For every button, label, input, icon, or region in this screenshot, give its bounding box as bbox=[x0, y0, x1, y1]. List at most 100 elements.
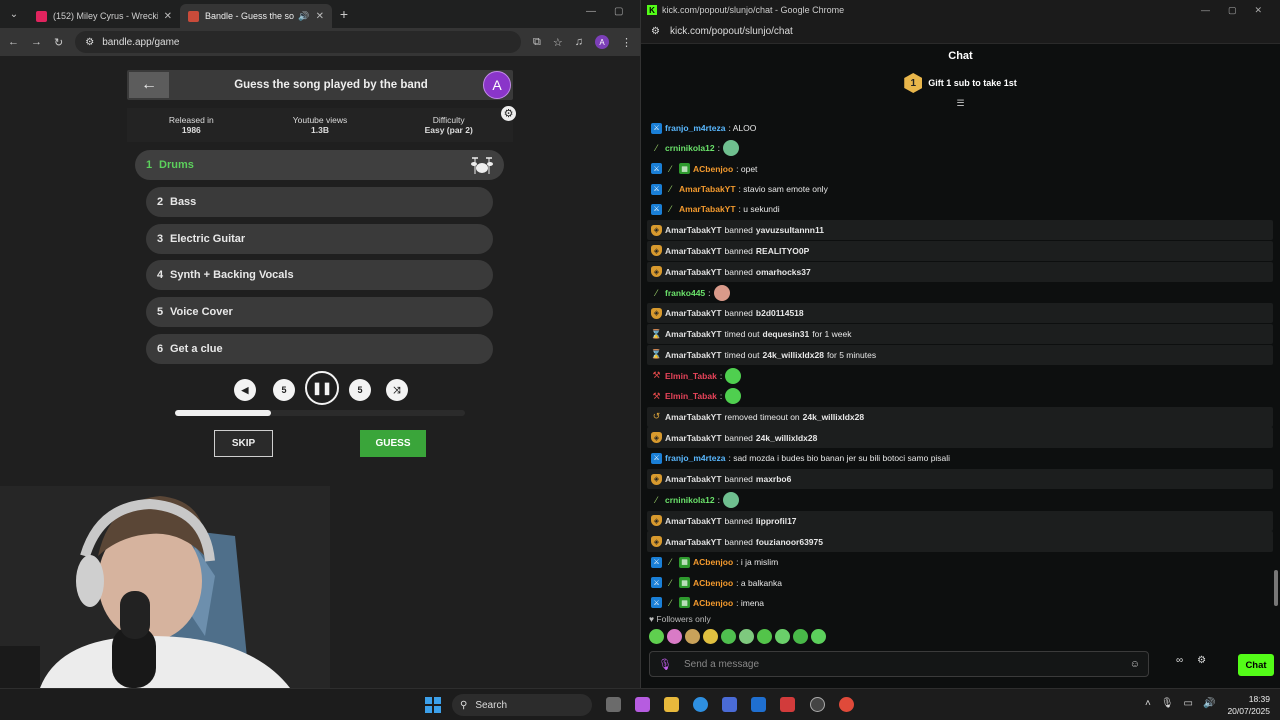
playback-progress[interactable] bbox=[175, 410, 465, 416]
stage-electric-guitar[interactable]: 3 Electric Guitar bbox=[146, 224, 493, 254]
stage-synth-backing-vocals[interactable]: 4 Synth + Backing Vocals bbox=[146, 260, 493, 290]
kicks-infinity-icon[interactable]: ∞ bbox=[1176, 655, 1183, 666]
chat-username[interactable]: Elmin_Tabak bbox=[665, 371, 717, 381]
emote-icon[interactable] bbox=[667, 629, 682, 644]
emote-icon[interactable] bbox=[721, 629, 736, 644]
file-explorer-icon[interactable] bbox=[664, 697, 679, 712]
emote-icon[interactable] bbox=[739, 629, 754, 644]
chevron-up-icon[interactable]: ˄ bbox=[1145, 698, 1151, 709]
emote-icon[interactable] bbox=[649, 629, 664, 644]
chat-username[interactable]: AmarTabakYT bbox=[665, 329, 722, 339]
guess-button[interactable]: GUESS bbox=[360, 430, 426, 457]
forward-icon[interactable]: → bbox=[31, 36, 42, 48]
settings-gear-icon[interactable]: ⚙ bbox=[501, 106, 516, 121]
chat-username[interactable]: AmarTabakYT bbox=[679, 204, 736, 214]
chat-username[interactable]: ACbenjoo bbox=[693, 557, 733, 567]
gift-sub-banner[interactable]: 1 Gift 1 sub to take 1st bbox=[641, 68, 1280, 98]
chat-username[interactable]: AmarTabakYT bbox=[665, 225, 722, 235]
emote-icon[interactable] bbox=[793, 629, 808, 644]
browser-menu-icon[interactable]: ⋮ bbox=[621, 36, 632, 49]
chat-username[interactable]: AmarTabakYT bbox=[665, 267, 722, 277]
scroll-thumb[interactable] bbox=[1274, 570, 1278, 606]
volume-tray-icon[interactable]: 🔊 bbox=[1203, 698, 1215, 709]
chat-scrollbar[interactable] bbox=[1274, 118, 1278, 606]
task-view-icon[interactable] bbox=[606, 697, 621, 712]
chat-username[interactable]: crninikola12 bbox=[665, 143, 715, 153]
clock[interactable]: 18:39 20/07/2025 bbox=[1224, 693, 1270, 717]
chat-username[interactable]: crninikola12 bbox=[665, 495, 715, 505]
chat-username[interactable]: Elmin_Tabak bbox=[665, 391, 717, 401]
chat-username[interactable]: ACbenjoo bbox=[693, 164, 733, 174]
store-icon[interactable] bbox=[722, 697, 737, 712]
mod-action-target[interactable]: yavuzsultannn11 bbox=[756, 225, 824, 235]
site-info-icon[interactable]: ⚙ bbox=[651, 26, 660, 37]
mod-action-target[interactable]: omarhocks37 bbox=[756, 267, 811, 277]
stage-voice-cover[interactable]: 5 Voice Cover bbox=[146, 297, 493, 327]
chrome-icon[interactable] bbox=[839, 697, 854, 712]
bookmark-star-icon[interactable]: ☆ bbox=[553, 36, 563, 49]
install-app-icon[interactable]: ⧉ bbox=[533, 36, 541, 49]
emote-icon[interactable] bbox=[685, 629, 700, 644]
back-icon[interactable]: ← bbox=[8, 36, 19, 48]
emoji-icon[interactable]: ☺ bbox=[1130, 659, 1140, 670]
chat-username[interactable]: AmarTabakYT bbox=[665, 516, 722, 526]
mod-action-target[interactable]: 24k_willixldx28 bbox=[803, 412, 864, 422]
chat-settings-icon[interactable]: ⚙ bbox=[1197, 655, 1206, 666]
reload-icon[interactable]: ↻ bbox=[54, 36, 63, 49]
monitor-icon[interactable]: ▭ bbox=[1184, 698, 1193, 709]
mod-action-target[interactable]: REALITYO0P bbox=[756, 246, 809, 256]
close-tab-icon[interactable]: ✕ bbox=[316, 11, 324, 22]
app-icon[interactable] bbox=[780, 697, 795, 712]
minimize-icon[interactable]: — bbox=[1201, 5, 1210, 16]
user-avatar[interactable]: A bbox=[483, 71, 511, 99]
outlook-icon[interactable] bbox=[751, 697, 766, 712]
chat-username[interactable]: AmarTabakYT bbox=[665, 350, 722, 360]
profile-avatar[interactable]: A bbox=[595, 35, 609, 49]
microphone-icon[interactable]: 🎙 bbox=[658, 658, 672, 671]
chat-username[interactable]: AmarTabakYT bbox=[665, 308, 722, 318]
new-tab-button[interactable]: + bbox=[332, 6, 356, 22]
speaker-icon[interactable]: 🔊 bbox=[298, 11, 309, 22]
emote-icon[interactable] bbox=[757, 629, 772, 644]
mod-action-target[interactable]: lipprofil17 bbox=[756, 516, 797, 526]
microphone-tray-icon[interactable]: 🎙 bbox=[1161, 698, 1174, 709]
rewind-5-button[interactable]: 5 bbox=[273, 379, 295, 401]
chat-username[interactable]: franjo_m4rteza bbox=[665, 123, 725, 133]
close-icon[interactable]: ✕ bbox=[1255, 5, 1263, 16]
taskbar-search[interactable]: ⚲ Search bbox=[452, 694, 592, 716]
start-windows-icon[interactable] bbox=[425, 697, 441, 713]
url-field[interactable]: ⚙ bandle.app/game bbox=[75, 31, 522, 53]
site-info-icon[interactable]: ⚙ bbox=[85, 37, 94, 48]
copilot-icon[interactable] bbox=[635, 697, 650, 712]
chat-username[interactable]: ACbenjoo bbox=[693, 578, 733, 588]
forward-5-button[interactable]: 5 bbox=[349, 379, 371, 401]
mod-action-target[interactable]: fouzianoor63975 bbox=[756, 537, 823, 547]
back-button[interactable]: ← bbox=[129, 72, 169, 98]
maximize-icon[interactable]: ▢ bbox=[1228, 5, 1237, 16]
minimize-icon[interactable]: — bbox=[586, 6, 596, 17]
chat-username[interactable]: AmarTabakYT bbox=[665, 537, 722, 547]
stage-bass[interactable]: 2 Bass bbox=[146, 187, 493, 217]
emote-icon[interactable] bbox=[811, 629, 826, 644]
emote-icon[interactable] bbox=[703, 629, 718, 644]
mod-action-target[interactable]: b2d0114518 bbox=[756, 308, 804, 318]
obs-icon[interactable] bbox=[810, 697, 825, 712]
chat-username[interactable]: franjo_m4rteza bbox=[665, 453, 725, 463]
stage-drums[interactable]: 1 Drums bbox=[135, 150, 504, 180]
tab-bandle[interactable]: Bandle - Guess the song, c 🔊 ✕ bbox=[180, 4, 332, 28]
mod-action-target[interactable]: maxrbo6 bbox=[756, 474, 791, 484]
tab-search-chevron-icon[interactable]: ⌄ bbox=[0, 0, 28, 28]
emote-icon[interactable] bbox=[775, 629, 790, 644]
edge-icon[interactable] bbox=[693, 697, 708, 712]
shuffle-off-icon[interactable]: ⤨ bbox=[386, 379, 408, 401]
stage-get-a-clue[interactable]: 6 Get a clue bbox=[146, 334, 493, 364]
volume-icon[interactable]: ◀ bbox=[234, 379, 256, 401]
chat-username[interactable]: AmarTabakYT bbox=[665, 474, 722, 484]
url-text[interactable]: kick.com/popout/slunjo/chat bbox=[670, 26, 793, 37]
close-tab-icon[interactable]: ✕ bbox=[164, 11, 172, 22]
chat-username[interactable]: ACbenjoo bbox=[693, 598, 733, 608]
mod-action-target[interactable]: dequesin31 bbox=[763, 329, 810, 339]
chat-username[interactable]: AmarTabakYT bbox=[665, 433, 722, 443]
mod-action-target[interactable]: 24k_willixldx28 bbox=[756, 433, 817, 443]
send-chat-button[interactable]: Chat bbox=[1238, 654, 1274, 676]
